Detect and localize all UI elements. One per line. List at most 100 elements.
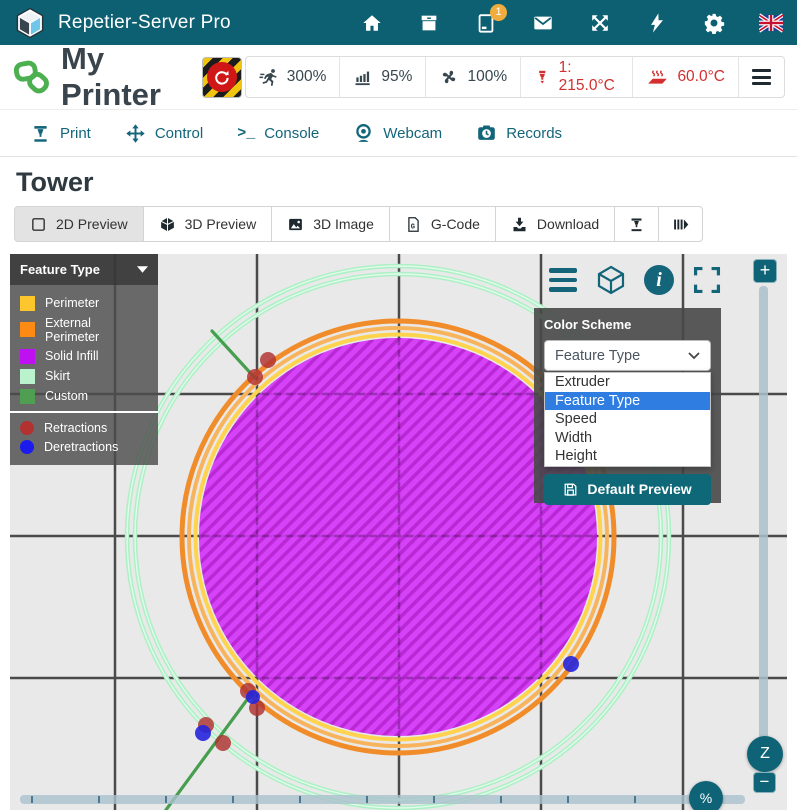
legend-item-label: Skirt bbox=[45, 369, 70, 383]
legend-title: Feature Type bbox=[20, 262, 100, 277]
progress-slider-handle[interactable]: % bbox=[689, 781, 723, 810]
mail-icon[interactable] bbox=[531, 11, 555, 35]
z-layer-slider[interactable] bbox=[759, 286, 768, 784]
color-swatch bbox=[20, 296, 35, 311]
legend-marker-item: Deretractions bbox=[10, 437, 158, 456]
print-nozzle-icon bbox=[628, 216, 645, 233]
view-button-group: 2D Preview 3D Preview 3D Image G G-Code … bbox=[14, 206, 797, 242]
color-scheme-panel: Color Scheme Feature Type Extruder Featu… bbox=[534, 308, 721, 503]
home-icon[interactable] bbox=[360, 11, 384, 35]
queue-play-button[interactable] bbox=[658, 206, 703, 242]
option-height[interactable]: Height bbox=[545, 447, 710, 466]
canvas-fullscreen-button[interactable] bbox=[691, 264, 723, 296]
legend-marker-item: Retractions bbox=[10, 418, 158, 437]
flow-stat[interactable]: 95% bbox=[339, 57, 425, 97]
image-icon bbox=[287, 216, 304, 233]
language-flag-icon[interactable] bbox=[759, 11, 783, 35]
tab-console[interactable]: >_ Console bbox=[223, 110, 333, 156]
power-bolt-icon[interactable] bbox=[645, 11, 669, 35]
extruder-temp-value: 1: 215.0°C bbox=[559, 59, 620, 95]
speed-value: 300% bbox=[287, 68, 327, 86]
printer-connected-link-icon bbox=[12, 56, 51, 98]
canvas-3d-toggle-button[interactable] bbox=[595, 264, 627, 296]
archive-box-icon[interactable] bbox=[417, 11, 441, 35]
legend-item: Custom bbox=[10, 386, 158, 406]
tab-webcam[interactable]: Webcam bbox=[339, 110, 456, 156]
printer-notifications-icon[interactable]: 1 bbox=[474, 11, 498, 35]
color-scheme-option-list: Extruder Feature Type Speed Width Height bbox=[544, 372, 711, 467]
layer-up-button[interactable]: + bbox=[753, 259, 777, 283]
canvas-info-button[interactable]: i bbox=[643, 264, 675, 296]
canvas-menu-button[interactable] bbox=[547, 264, 579, 296]
view-button-label: 2D Preview bbox=[56, 216, 128, 232]
color-scheme-select[interactable]: Feature Type bbox=[544, 340, 711, 371]
extruder-temp-stat[interactable]: 1: 215.0°C bbox=[520, 57, 632, 97]
columns-play-icon bbox=[672, 216, 689, 233]
selected-option: Feature Type bbox=[555, 348, 640, 364]
printer-name: My Printer bbox=[61, 41, 202, 113]
printer-tab-bar: Print Control >_ Console Webcam Records bbox=[0, 110, 797, 157]
view-button-label: 3D Image bbox=[313, 216, 374, 232]
notification-badge: 1 bbox=[490, 4, 507, 21]
settings-gear-icon[interactable] bbox=[702, 11, 726, 35]
bed-temp-value: 60.0°C bbox=[677, 68, 725, 86]
color-swatch bbox=[20, 322, 35, 337]
view-2d-preview-button[interactable]: 2D Preview bbox=[14, 206, 144, 242]
save-floppy-icon bbox=[563, 482, 578, 497]
emergency-stop-button[interactable] bbox=[202, 57, 242, 98]
flow-value: 95% bbox=[381, 68, 412, 86]
view-3d-preview-button[interactable]: 3D Preview bbox=[143, 206, 273, 242]
fan-stat[interactable]: 100% bbox=[425, 57, 520, 97]
legend-header[interactable]: Feature Type bbox=[10, 254, 158, 285]
printer-menu-button[interactable] bbox=[738, 57, 784, 97]
view-download-button[interactable]: Download bbox=[495, 206, 615, 242]
legend-body: Perimeter External Perimeter Solid Infil… bbox=[10, 285, 158, 465]
view-gcode-button[interactable]: G G-Code bbox=[389, 206, 496, 242]
gcode-file-icon: G bbox=[405, 216, 422, 233]
bed-temp-stat[interactable]: 60.0°C bbox=[632, 57, 738, 97]
speed-stat[interactable]: 300% bbox=[246, 57, 340, 97]
canvas-toolbar: i bbox=[547, 264, 723, 296]
legend-item-label: Deretractions bbox=[44, 440, 118, 454]
tab-label: Webcam bbox=[383, 125, 442, 142]
hamburger-icon bbox=[549, 268, 577, 292]
legend-divider bbox=[10, 411, 158, 413]
legend-item: Skirt bbox=[10, 366, 158, 386]
checkbox-square-icon bbox=[30, 216, 47, 233]
extruder-icon bbox=[534, 67, 551, 87]
default-preview-label: Default Preview bbox=[587, 481, 691, 497]
tab-label: Control bbox=[155, 125, 203, 142]
tab-records[interactable]: Records bbox=[462, 110, 576, 156]
option-extruder[interactable]: Extruder bbox=[545, 373, 710, 392]
chevron-down-icon bbox=[688, 352, 700, 360]
print-this-file-button[interactable] bbox=[614, 206, 659, 242]
view-3d-image-button[interactable]: 3D Image bbox=[271, 206, 390, 242]
color-scheme-label: Color Scheme bbox=[544, 317, 711, 332]
printer-stats-bar: 300% 95% 100% bbox=[245, 56, 785, 98]
fan-value: 100% bbox=[467, 68, 507, 86]
move-arrows-icon bbox=[125, 123, 146, 144]
color-swatch bbox=[20, 369, 35, 384]
fan-icon bbox=[439, 67, 459, 87]
gcode-preview-canvas[interactable]: Feature Type Perimeter External Perimete… bbox=[10, 254, 787, 810]
legend-item-label: Perimeter bbox=[45, 296, 99, 310]
z-slider-handle[interactable]: Z bbox=[747, 736, 783, 772]
app-logo-icon bbox=[14, 7, 46, 39]
print-nozzle-icon bbox=[30, 123, 51, 144]
fullscreen-brackets-icon bbox=[691, 264, 723, 296]
flow-icon bbox=[353, 67, 373, 87]
option-feature-type[interactable]: Feature Type bbox=[545, 392, 710, 411]
tab-control[interactable]: Control bbox=[111, 110, 217, 156]
speed-icon bbox=[259, 67, 279, 87]
emergency-stop-icon bbox=[207, 62, 237, 92]
legend-item-label: External Perimeter bbox=[45, 316, 148, 344]
option-width[interactable]: Width bbox=[545, 429, 710, 448]
layer-down-button[interactable]: − bbox=[753, 772, 776, 793]
default-preview-button[interactable]: Default Preview bbox=[544, 474, 711, 505]
top-navbar: Repetier-Server Pro 1 bbox=[0, 0, 797, 45]
tab-print[interactable]: Print bbox=[16, 110, 105, 156]
option-speed[interactable]: Speed bbox=[545, 410, 710, 429]
legend-item: Solid Infill bbox=[10, 346, 158, 366]
expand-arrows-icon[interactable] bbox=[588, 11, 612, 35]
print-progress-slider[interactable] bbox=[20, 795, 745, 804]
